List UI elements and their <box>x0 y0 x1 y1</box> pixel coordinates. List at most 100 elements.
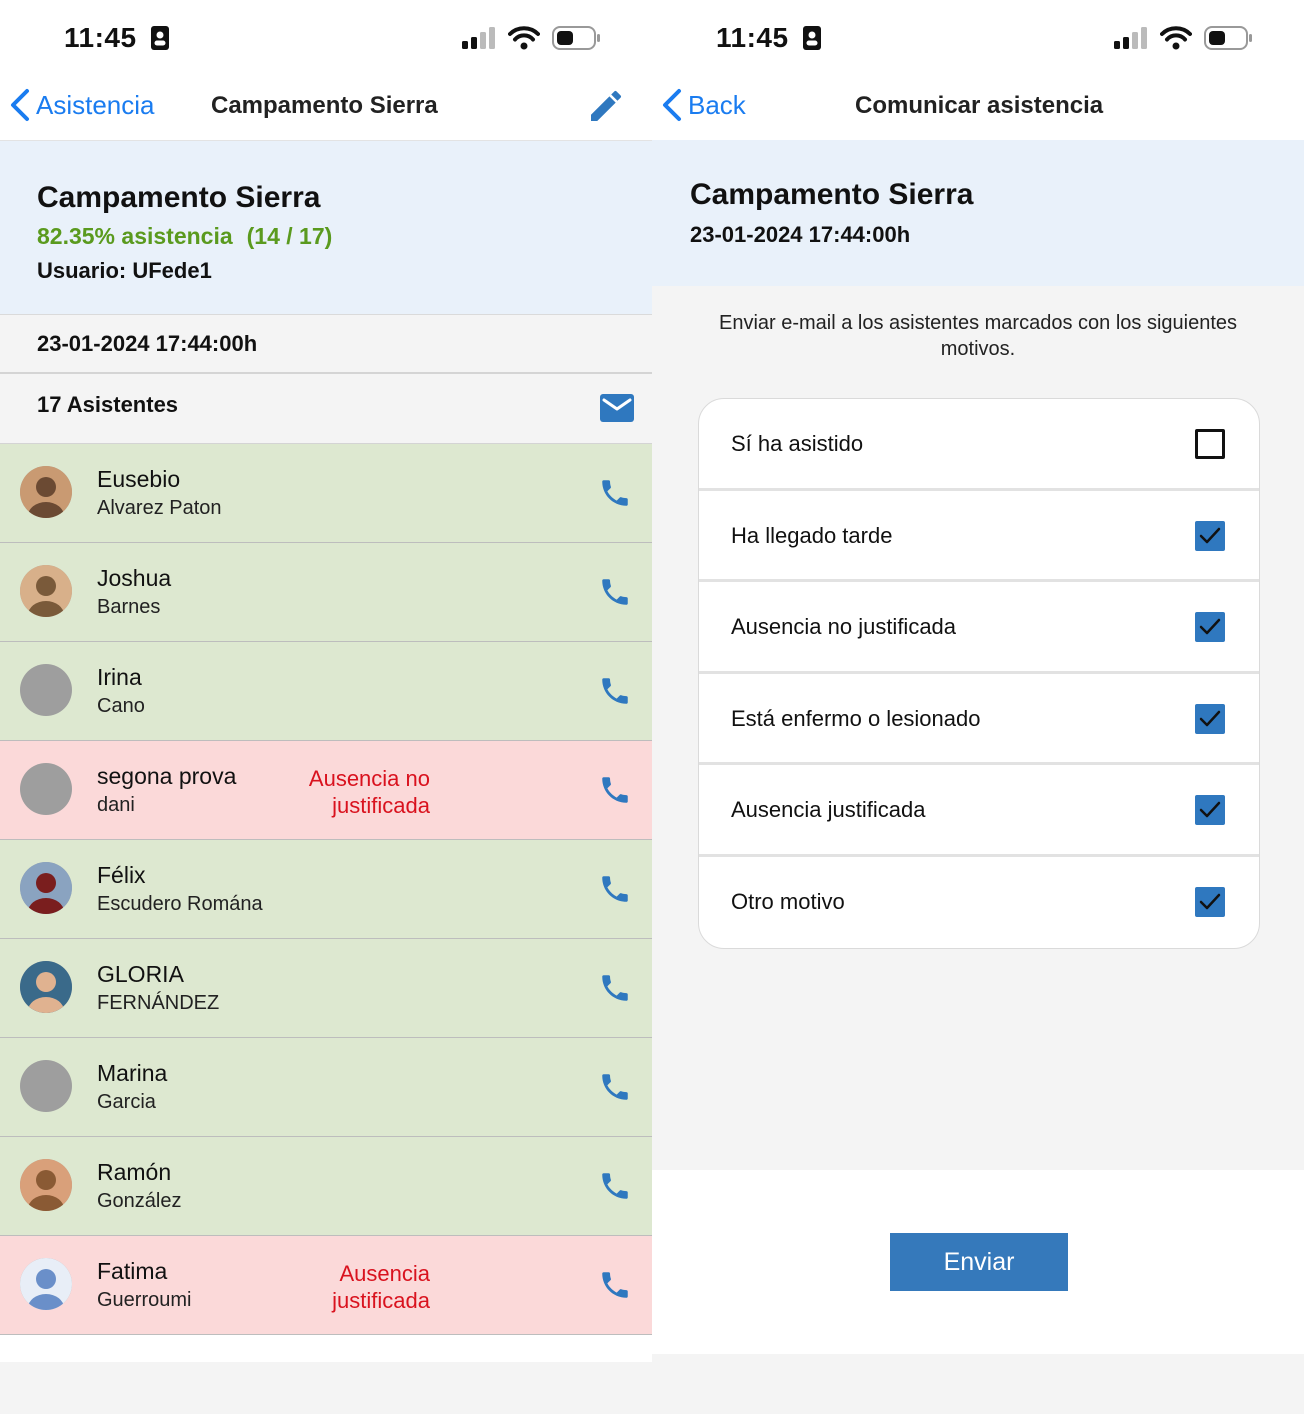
reason-option[interactable]: Sí ha asistido <box>699 399 1259 491</box>
reason-option[interactable]: Ausencia justificada <box>699 765 1259 857</box>
phone-icon <box>602 1074 628 1100</box>
reason-option[interactable]: Está enfermo o lesionado <box>699 674 1259 765</box>
attendee-names: GLORIA FERNÁNDEZ <box>97 961 219 1015</box>
attendee-names: Joshua Barnes <box>97 565 171 619</box>
absence-status: Ausencia no justificada <box>308 766 430 818</box>
event-name: Campamento Sierra <box>37 181 321 214</box>
edit-button[interactable] <box>586 86 626 131</box>
avatar <box>20 1060 72 1112</box>
event-header: Campamento Sierra 82.35% asistencia (14 /… <box>0 140 652 314</box>
reason-option[interactable]: Otro motivo <box>699 857 1259 949</box>
battery-icon <box>1204 26 1252 50</box>
attendee-names: Ramón González <box>97 1159 182 1213</box>
attendee-row[interactable]: Félix Escudero Romána <box>0 840 652 939</box>
checkmark-icon <box>1199 893 1221 909</box>
reason-option[interactable]: Ha llegado tarde <box>699 491 1259 582</box>
footer: Enviar <box>652 1170 1304 1354</box>
attendee-row[interactable]: segona prova dani Ausencia no justificada <box>0 741 652 840</box>
call-button[interactable] <box>598 773 632 812</box>
avatar <box>20 763 72 815</box>
attendee-last-name: Guerroumi <box>97 1289 192 1311</box>
attendee-names: segona prova dani <box>97 763 236 817</box>
wifi-icon <box>508 26 540 50</box>
reason-checkbox[interactable] <box>1195 520 1225 551</box>
attendee-names: Fatima Guerroumi <box>97 1258 191 1312</box>
attendee-last-name: Barnes <box>97 596 161 618</box>
phone-icon <box>602 777 628 803</box>
attendee-row[interactable]: GLORIA FERNÁNDEZ <box>0 939 652 1038</box>
status-bar: 11:45 <box>0 0 652 76</box>
attendee-row[interactable]: Ramón González <box>0 1137 652 1236</box>
nav-title: Comunicar asistencia <box>855 92 1104 119</box>
attendee-first-name: Marina <box>97 1060 168 1086</box>
reason-checkbox[interactable] <box>1195 429 1225 459</box>
phone-icon <box>602 1173 628 1199</box>
cellular-signal-icon <box>1114 27 1147 49</box>
attendee-row[interactable]: Joshua Barnes <box>0 543 652 642</box>
reason-label: Otro motivo <box>731 888 845 914</box>
chevron-left-icon <box>11 89 29 121</box>
attendee-first-name: Ramón <box>97 1159 172 1185</box>
reason-label: Está enfermo o lesionado <box>731 705 981 731</box>
avatar <box>20 664 72 716</box>
event-date: 23-01-2024 17:44:00h <box>0 314 652 374</box>
back-button[interactable]: Back <box>662 88 746 122</box>
reasons-list: Sí ha asistido Ha llegado tarde Ausencia n… <box>698 398 1260 949</box>
attendee-first-name: Fatima <box>97 1258 168 1284</box>
wifi-icon <box>1160 26 1192 50</box>
avatar <box>20 1159 72 1211</box>
attendee-names: Félix Escudero Romána <box>97 862 263 916</box>
checkmark-icon <box>1199 527 1221 543</box>
attendee-count-row: 17 Asistentes <box>0 374 652 444</box>
reason-checkbox[interactable] <box>1195 795 1225 825</box>
email-button[interactable] <box>600 394 634 428</box>
attendee-first-name: Joshua <box>97 565 172 591</box>
attendee-row[interactable]: Fatima Guerroumi Ausencia justificada <box>0 1236 652 1335</box>
phone-icon <box>602 579 628 605</box>
attendee-last-name: Escudero Romána <box>97 893 263 915</box>
avatar-photo <box>20 565 72 617</box>
absence-status: Ausencia justificada <box>332 1261 430 1313</box>
call-button[interactable] <box>598 1268 632 1307</box>
back-button[interactable]: Asistencia <box>10 88 155 122</box>
id-card-icon <box>150 26 169 50</box>
attendee-row[interactable]: Marina Garcia <box>0 1038 652 1137</box>
nav-title: Campamento Sierra <box>211 92 438 119</box>
reason-label: Ausencia no justificada <box>731 614 957 639</box>
phone-icon <box>602 678 628 704</box>
envelope-icon <box>600 394 634 422</box>
attendance-summary: 82.35% asistencia (14 / 17) <box>37 223 652 250</box>
reason-label: Sí ha asistido <box>731 431 864 456</box>
call-button[interactable] <box>598 1070 632 1109</box>
checkmark-icon <box>1199 710 1221 726</box>
call-button[interactable] <box>598 674 632 713</box>
attendee-list: Eusebio Alvarez Paton Joshua Barnes Irina Can… <box>0 444 652 1335</box>
status-bar: 11:45 <box>652 0 1304 76</box>
call-button[interactable] <box>598 476 632 515</box>
call-button[interactable] <box>598 971 632 1010</box>
attendee-names: Eusebio Alvarez Paton <box>97 466 222 520</box>
checkmark-icon <box>1199 801 1221 818</box>
call-button[interactable] <box>598 872 632 911</box>
status-icons <box>462 26 602 50</box>
status-time: 11:45 <box>64 22 169 54</box>
avatar <box>20 1258 72 1310</box>
event-header: Campamento Sierra 23-01-2024 17:44:00h <box>652 140 1304 286</box>
reason-checkbox[interactable] <box>1195 886 1225 917</box>
attendee-row[interactable]: Eusebio Alvarez Paton <box>0 444 652 543</box>
reason-checkbox[interactable] <box>1195 703 1225 734</box>
avatar <box>20 565 72 617</box>
call-button[interactable] <box>598 575 632 614</box>
attendee-count: 17 Asistentes <box>37 392 179 417</box>
attendee-last-name: dani <box>97 794 135 816</box>
reason-checkbox[interactable] <box>1195 612 1225 642</box>
nav-bar: Back Comunicar asistencia <box>652 76 1304 140</box>
avatar <box>20 466 72 518</box>
reason-label: Ha llegado tarde <box>731 522 893 548</box>
attendee-names: Irina Cano <box>97 664 145 718</box>
checkmark-icon <box>1199 618 1221 635</box>
send-button[interactable]: Enviar <box>890 1233 1068 1291</box>
attendee-row[interactable]: Irina Cano <box>0 642 652 741</box>
reason-option[interactable]: Ausencia no justificada <box>699 582 1259 674</box>
call-button[interactable] <box>598 1169 632 1208</box>
